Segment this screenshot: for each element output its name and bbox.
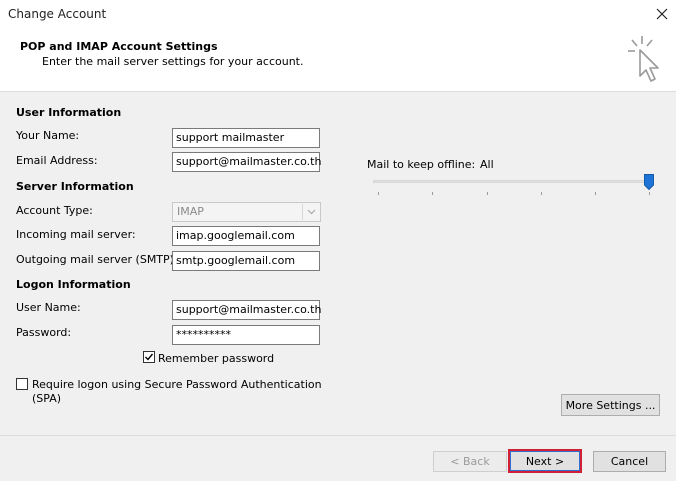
slider-tick — [378, 192, 379, 195]
incoming-server-field[interactable]: imap.googlemail.com — [172, 226, 320, 246]
slider-tick — [541, 192, 542, 195]
remember-password-label: Remember password — [158, 352, 275, 365]
account-type-select: IMAP — [172, 202, 321, 222]
more-settings-button[interactable]: More Settings ... — [561, 394, 660, 416]
outgoing-server-label: Outgoing mail server (SMTP): — [16, 253, 178, 266]
close-icon — [656, 8, 668, 20]
email-label: Email Address: — [16, 154, 98, 167]
next-button[interactable]: Next > — [508, 449, 582, 473]
offline-slider-thumb[interactable] — [644, 174, 654, 190]
spa-checkbox[interactable] — [16, 378, 28, 390]
account-type-value: IMAP — [177, 205, 204, 218]
slider-tick — [595, 192, 596, 195]
your-name-field[interactable]: support mailmaster — [172, 128, 320, 148]
user-info-heading: User Information — [16, 106, 122, 119]
password-label: Password: — [16, 326, 72, 339]
outgoing-server-field[interactable]: smtp.googlemail.com — [172, 251, 320, 271]
close-button[interactable] — [648, 0, 676, 28]
server-info-heading: Server Information — [16, 180, 134, 193]
spa-label-line2: (SPA) — [32, 392, 62, 405]
spa-label-line1: Require logon using Secure Password Auth… — [32, 378, 322, 391]
email-field[interactable]: support@mailmaster.co.th — [172, 152, 321, 172]
username-field[interactable]: support@mailmaster.co.th — [172, 300, 321, 320]
window-title: Change Account — [8, 7, 107, 21]
incoming-server-label: Incoming mail server: — [16, 228, 136, 241]
remember-password-checkbox[interactable] — [143, 351, 155, 363]
username-label: User Name: — [16, 301, 81, 314]
slider-tick — [487, 192, 488, 195]
next-button-label: Next > — [510, 451, 580, 471]
password-field[interactable]: ********** — [172, 325, 320, 345]
slider-tick — [432, 192, 433, 195]
account-type-label: Account Type: — [16, 204, 93, 217]
logon-info-heading: Logon Information — [16, 278, 131, 291]
offline-label: Mail to keep offline: — [367, 158, 476, 171]
header-title: POP and IMAP Account Settings — [20, 40, 218, 53]
chevron-down-icon — [302, 204, 319, 220]
your-name-label: Your Name: — [16, 129, 80, 142]
header-subtitle: Enter the mail server settings for your … — [42, 55, 304, 68]
offline-value: All — [480, 158, 494, 171]
slider-tick — [649, 192, 650, 195]
back-button[interactable]: < Back — [433, 451, 507, 472]
checkmark-icon — [145, 353, 154, 361]
cancel-button[interactable]: Cancel — [593, 451, 666, 472]
cursor-click-icon — [628, 36, 659, 82]
offline-slider-track[interactable] — [373, 180, 650, 183]
